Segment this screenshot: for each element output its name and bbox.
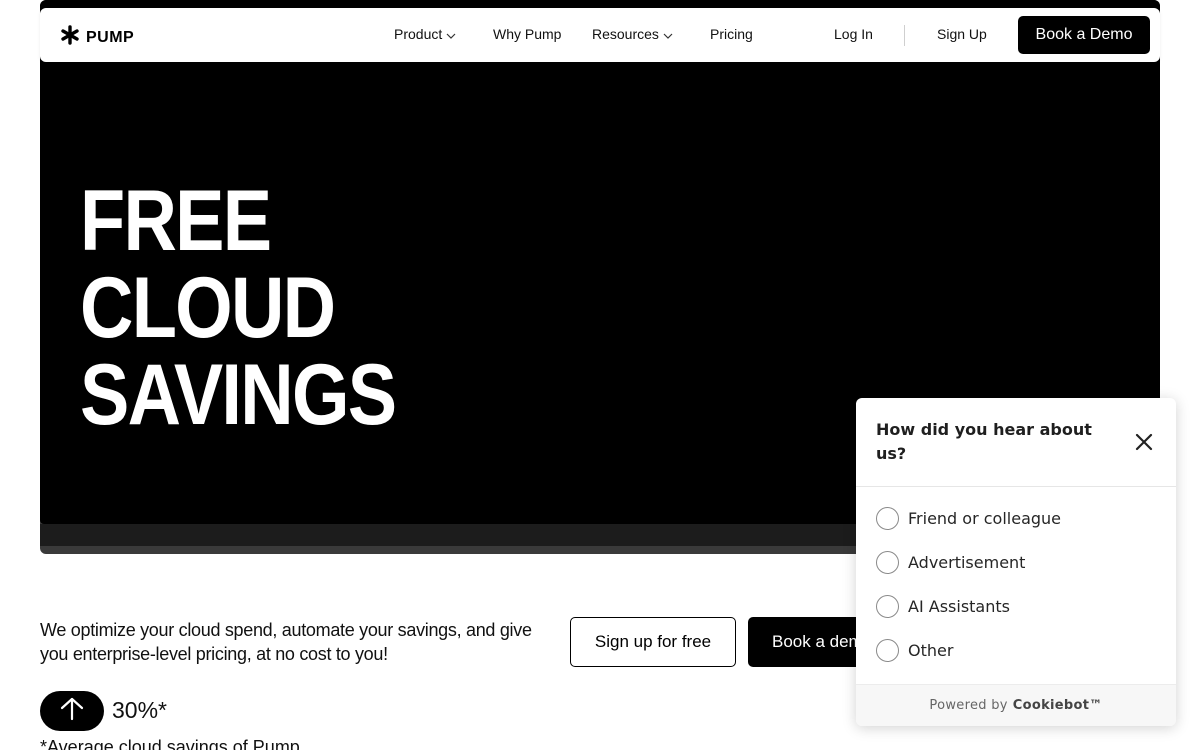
hero-title: FREE CLOUD SAVINGS	[80, 173, 397, 443]
powered-by-label: Powered by	[929, 698, 1008, 713]
survey-option-label: Advertisement	[908, 553, 1026, 572]
savings-badge	[40, 691, 104, 731]
survey-question: How did you hear about us?	[876, 420, 1092, 463]
survey-divider	[856, 486, 1176, 487]
signup-link[interactable]: Sign Up	[937, 26, 987, 42]
radio-button[interactable]	[876, 639, 899, 662]
top-navigation: PUMP Product Why Pump Resources Pricing …	[40, 8, 1160, 62]
hero-line-2: CLOUD	[80, 260, 336, 356]
nav-pricing[interactable]: Pricing	[710, 26, 753, 42]
nav-why-pump-label: Why Pump	[493, 26, 562, 42]
survey-popup: How did you hear about us? Friend or col…	[856, 398, 1176, 726]
chevron-down-icon	[446, 26, 456, 42]
savings-footnote: *Average cloud savings of Pump	[40, 737, 300, 750]
savings-value: 30%*	[112, 697, 167, 723]
close-icon[interactable]	[1132, 430, 1156, 454]
hero-line-1: FREE	[80, 173, 272, 269]
survey-option-other[interactable]: Other	[876, 639, 953, 662]
survey-option-label: AI Assistants	[908, 597, 1010, 616]
nav-product-label: Product	[394, 26, 443, 42]
cookiebot-brand[interactable]: Cookiebot™	[1013, 698, 1103, 713]
hero-tagline: We optimize your cloud spend, automate y…	[40, 620, 532, 664]
nav-why-pump[interactable]: Why Pump	[493, 26, 561, 42]
nav-pricing-label: Pricing	[710, 26, 753, 42]
logo-text: PUMP	[86, 28, 135, 46]
nav-resources[interactable]: Resources	[592, 26, 673, 42]
survey-footer: Powered by Cookiebot™	[856, 684, 1176, 726]
survey-option-friend[interactable]: Friend or colleague	[876, 507, 1061, 530]
radio-button[interactable]	[876, 551, 899, 574]
chevron-down-icon	[663, 26, 673, 42]
radio-button[interactable]	[876, 595, 899, 618]
login-link[interactable]: Log In	[834, 26, 873, 42]
survey-option-label: Other	[908, 641, 954, 660]
sign-up-free-button[interactable]: Sign up for free	[570, 617, 736, 667]
nav-product[interactable]: Product	[394, 26, 456, 42]
survey-option-ai-assistants[interactable]: AI Assistants	[876, 595, 1010, 618]
nav-divider	[904, 25, 905, 46]
logo-link[interactable]: PUMP	[60, 25, 134, 50]
radio-button[interactable]	[876, 507, 899, 530]
survey-option-label: Friend or colleague	[908, 509, 1062, 528]
arrow-up-icon	[59, 696, 85, 727]
hero-line-3: SAVINGS	[80, 347, 397, 443]
nav-resources-label: Resources	[592, 26, 659, 42]
asterisk-logo-icon	[60, 25, 80, 50]
book-demo-button[interactable]: Book a Demo	[1018, 16, 1150, 54]
survey-option-advertisement[interactable]: Advertisement	[876, 551, 1025, 574]
